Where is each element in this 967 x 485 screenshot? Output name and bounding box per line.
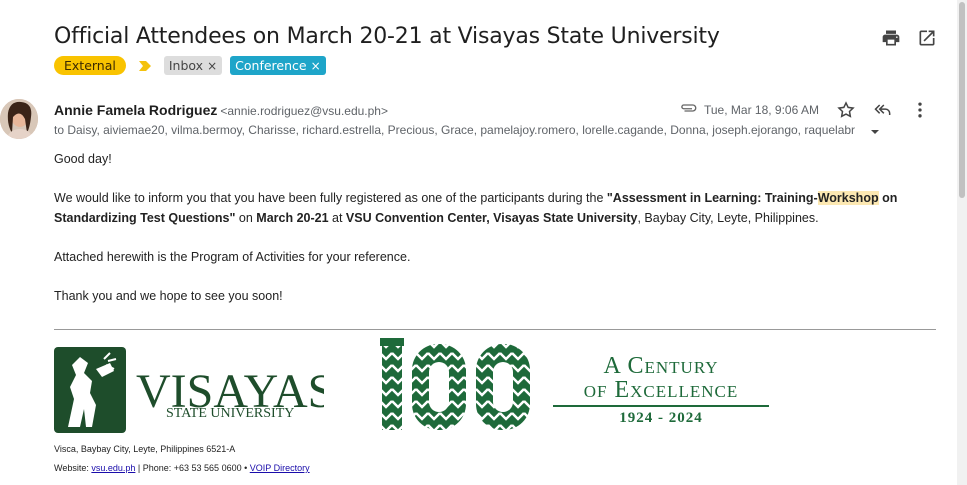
signature-contact: Website: vsu.edu.ph | Phone: +63 53 565 …	[54, 463, 310, 473]
p1-text-a: We would like to inform you that you hav…	[54, 191, 607, 205]
label-row: External Inbox × Conference ×	[54, 56, 326, 75]
voip-directory-link[interactable]: VOIP Directory	[250, 463, 310, 473]
message-actions	[836, 100, 930, 120]
website-label: Website:	[54, 463, 92, 473]
p1-date: March 20-21	[256, 210, 329, 225]
reply-all-icon[interactable]	[873, 100, 893, 120]
label-conference-text: Conference	[235, 58, 307, 73]
print-icon[interactable]	[881, 28, 901, 48]
top-actions	[881, 28, 937, 48]
sender-email: <annie.rodriguez@vsu.edu.ph>	[220, 104, 388, 118]
vsu-logo: VISAYAS STATE UNIVERSITY	[54, 347, 334, 440]
recipients-line[interactable]: to Daisy, aiviemae20, vilma.bermoy, Char…	[54, 123, 866, 137]
more-vert-icon[interactable]	[910, 100, 930, 120]
attachment-icon	[680, 102, 698, 117]
label-inbox: Inbox ×	[163, 56, 223, 75]
message-meta: Tue, Mar 18, 9:06 AM	[680, 102, 819, 117]
sender-name[interactable]: Annie Famela Rodriguez	[54, 102, 217, 118]
p1-highlight: Workshop	[817, 191, 879, 205]
star-icon[interactable]	[836, 100, 856, 120]
paragraph-attachment: Attached herewith is the Program of Acti…	[54, 249, 411, 264]
email-body: Good day! We would like to inform you th…	[54, 150, 944, 326]
vsu-subtitle: STATE UNIVERSITY	[166, 406, 294, 421]
remove-inbox-label-icon[interactable]: ×	[207, 59, 217, 73]
message-date: Tue, Mar 18, 9:06 AM	[704, 102, 819, 117]
p1-title-a: "Assessment in Learning: Training-	[606, 191, 818, 205]
email-subject: Official Attendees on March 20-21 at Vis…	[54, 24, 720, 49]
label-inbox-text: Inbox	[168, 58, 204, 73]
open-new-window-icon[interactable]	[917, 28, 937, 48]
expand-caret-icon[interactable]	[870, 124, 880, 134]
signature-divider	[54, 329, 936, 330]
sender-avatar[interactable]	[0, 99, 38, 139]
century-tagline: A Century of Excellence 1924 - 2024	[553, 354, 769, 427]
century-rule	[553, 405, 769, 407]
century-line2: of Excellence	[583, 377, 739, 403]
external-badge: External	[54, 56, 126, 75]
signature-address: Visca, Baybay City, Leyte, Philippines 6…	[54, 444, 236, 454]
label-arrow-icon	[138, 59, 152, 73]
remove-conference-label-icon[interactable]: ×	[311, 59, 321, 73]
century-line1: A Century	[603, 353, 719, 379]
paragraph-closing: Thank you and we hope to see you soon!	[54, 288, 283, 303]
p1-text-d: on	[235, 210, 257, 225]
label-conference: Conference ×	[230, 56, 326, 75]
scrollbar-thumb[interactable]	[959, 2, 965, 198]
century-years: 1924 - 2024	[619, 410, 703, 426]
phone-text: | Phone: +63 53 565 0600 •	[135, 463, 250, 473]
p1-text-h: , Baybay City, Leyte, Philippines.	[637, 210, 819, 225]
century-logo: 100	[380, 338, 535, 439]
p1-venue: VSU Convention Center, Visayas State Uni…	[345, 210, 638, 225]
paragraph-registration: We would like to inform you that you hav…	[54, 189, 944, 228]
p1-text-f: at	[328, 210, 346, 225]
greeting: Good day!	[54, 152, 112, 166]
website-link[interactable]: vsu.edu.ph	[91, 463, 135, 473]
sender-line: Annie Famela Rodriguez <annie.rodriguez@v…	[54, 102, 388, 118]
scrollbar[interactable]	[957, 0, 967, 485]
